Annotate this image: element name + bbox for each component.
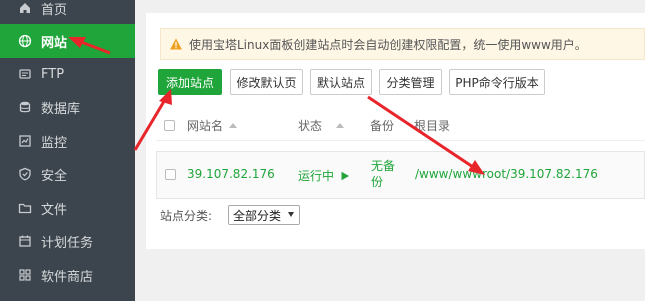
site-list-panel: 使用宝塔Linux面板创建站点时会自动创建权限配置，统一使用www用户。 添加站… (146, 13, 645, 249)
column-site-name[interactable]: 网站名 (187, 117, 238, 134)
select-all-checkbox[interactable] (164, 120, 175, 131)
sidebar-item-app-store[interactable]: 软件商店 (0, 258, 135, 292)
sidebar-item-database[interactable]: 数据库 (0, 90, 135, 124)
folder-icon (18, 201, 32, 215)
sidebar: 首页 网站 FTP 数据库 监控 安全 文件 计划任务 软件商店 (0, 0, 135, 301)
sidebar-item-label: 网站 (41, 35, 68, 51)
table-header: 网站名 状态 备份 根目录 (156, 111, 645, 141)
chevron-down-icon (288, 212, 294, 217)
table-row: 39.107.82.176 运行中 无备 份 /www/wwwroot/39.1… (156, 151, 645, 199)
sidebar-item-ftp[interactable]: FTP (0, 57, 135, 91)
apps-icon (18, 268, 32, 282)
play-icon (341, 171, 350, 180)
column-backup: 备份 (370, 119, 395, 133)
sidebar-item-label: 数据库 (41, 101, 81, 117)
add-site-button[interactable]: 添加站点 (158, 69, 222, 95)
category-select[interactable]: 全部分类 (228, 205, 300, 225)
warning-icon (170, 38, 182, 50)
column-root: 根目录 (414, 119, 451, 133)
sidebar-item-files[interactable]: 文件 (0, 191, 135, 225)
sidebar-item-monitor[interactable]: 监控 (0, 124, 135, 158)
sidebar-item-home[interactable]: 首页 (0, 0, 135, 25)
sidebar-item-label: 监控 (41, 135, 68, 151)
permission-notice: 使用宝塔Linux面板创建站点时会自动创建权限配置，统一使用www用户。 (160, 28, 645, 60)
notice-text: 使用宝塔Linux面板创建站点时会自动创建权限配置，统一使用www用户。 (189, 37, 587, 52)
sidebar-item-website[interactable]: 网站 (0, 24, 135, 58)
default-site-button[interactable]: 默认站点 (310, 69, 372, 95)
sidebar-item-security[interactable]: 安全 (0, 157, 135, 191)
category-manage-button[interactable]: 分类管理 (379, 69, 442, 95)
row-checkbox[interactable] (165, 169, 176, 180)
php-cli-version-button[interactable]: PHP命令行版本 (449, 69, 545, 95)
status-toggle[interactable]: 运行中 (298, 167, 350, 184)
backup-link[interactable]: 无备 份 (371, 158, 395, 190)
globe-icon (18, 34, 32, 48)
category-filter-label: 站点分类: (160, 208, 213, 223)
sort-arrow-icon (229, 123, 238, 128)
sidebar-item-label: 文件 (41, 202, 68, 218)
monitor-icon (18, 134, 32, 148)
sidebar-item-label: 计划任务 (41, 235, 94, 251)
sidebar-item-label: 安全 (41, 168, 68, 184)
sidebar-item-label: FTP (41, 66, 65, 82)
column-status[interactable]: 状态 (298, 117, 345, 134)
ftp-icon (18, 67, 32, 81)
calendar-icon (18, 234, 32, 248)
root-dir-link[interactable]: /www/wwwroot/39.107.82.176 (415, 167, 598, 181)
sidebar-item-label: 首页 (41, 2, 68, 18)
shield-icon (18, 167, 32, 181)
sidebar-item-cron[interactable]: 计划任务 (0, 224, 135, 258)
site-name-link[interactable]: 39.107.82.176 (187, 167, 275, 181)
sidebar-item-label: 软件商店 (41, 269, 94, 285)
home-icon (18, 1, 32, 15)
edit-default-page-button[interactable]: 修改默认页 (230, 69, 303, 95)
database-icon (18, 100, 32, 114)
sort-arrow-icon (336, 123, 345, 128)
